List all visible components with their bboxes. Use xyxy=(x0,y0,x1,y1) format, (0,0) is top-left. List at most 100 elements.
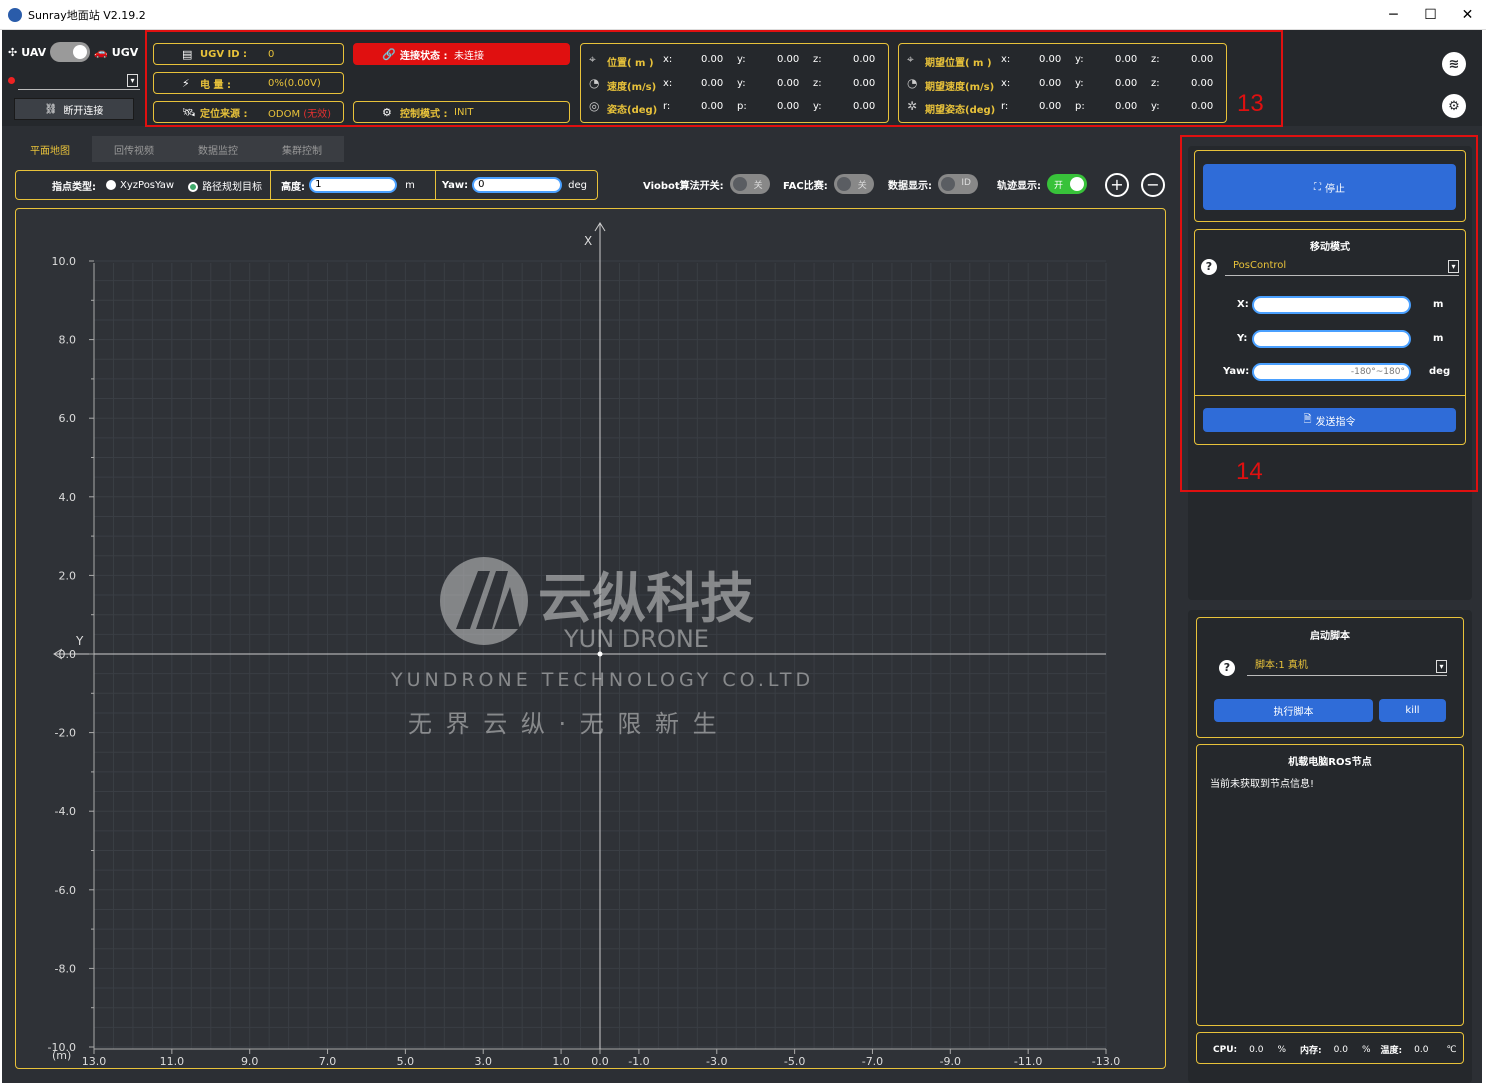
y-tick-label: 2.0 xyxy=(59,569,77,582)
help-icon[interactable]: ? xyxy=(1219,660,1235,676)
tab-video[interactable]: 回传视频 xyxy=(92,136,176,162)
fac-toggle[interactable]: 关 xyxy=(833,174,874,194)
map-toolbar: 指点类型: XyzPosYaw 路径规划目标 高度: 1 m Yaw: 0 de… xyxy=(15,170,598,200)
x-axis-label: X xyxy=(584,234,592,248)
x-tick-label: -11.0 xyxy=(1014,1055,1042,1068)
ros-panel-title: 机载电脑ROS节点 xyxy=(1288,757,1372,768)
radio-xyzposyaw[interactable]: XyzPosYaw xyxy=(106,179,175,191)
kill-button[interactable]: kill xyxy=(1379,699,1446,722)
tab-bar: 平面地图 回传视频 数据监控 集群控制 xyxy=(8,136,344,162)
script-panel-title: 启动脚本 xyxy=(1310,631,1350,642)
radio-path-target-label: 路径规划目标 xyxy=(202,181,263,193)
divider xyxy=(270,171,272,199)
mem-label: 内存: xyxy=(1300,1046,1322,1056)
script-select-value: 脚本:1 真机 xyxy=(1255,660,1308,671)
height-label: 高度: xyxy=(281,181,306,193)
temp-label: 温度: xyxy=(1380,1046,1403,1056)
script-select[interactable]: 脚本:1 真机 ▾ xyxy=(1247,658,1447,676)
maximize-button[interactable]: ☐ xyxy=(1412,0,1449,30)
y-tick-label: -2.0 xyxy=(55,727,76,740)
car-icon: 🚗 xyxy=(94,45,108,59)
radio-path-target[interactable]: 路径规划目标 xyxy=(188,178,262,193)
fac-state: 关 xyxy=(857,181,867,191)
window-title: Sunray地面站 V2.19.2 xyxy=(28,8,146,22)
connection-dot-icon xyxy=(8,77,15,84)
annotation-box-13 xyxy=(145,30,1283,127)
x-tick-label: 3.0 xyxy=(474,1055,492,1068)
ros-node-message: 当前未获取到节点信息! xyxy=(1210,779,1315,790)
unit-label: (m) xyxy=(52,1049,71,1062)
cpu-value: 0.0 xyxy=(1249,1044,1264,1055)
y-tick-label: -8.0 xyxy=(55,962,76,975)
yaw-label: Yaw: xyxy=(441,179,469,191)
track-display-toggle[interactable]: 开 xyxy=(1047,174,1087,194)
data-display-state: ID xyxy=(961,178,971,188)
height-unit: m xyxy=(405,179,415,191)
y-tick-label: 0.0 xyxy=(59,648,77,661)
script-panel: 启动脚本 ? 脚本:1 真机 ▾ 执行脚本 kill xyxy=(1196,617,1464,738)
y-tick-label: 10.0 xyxy=(52,255,77,268)
system-status-bar: CPU: 0.0 % 内存: 0.0 % 温度: 0.0 ℃ xyxy=(1196,1032,1464,1064)
watermark-cn-name: 云纵科技 xyxy=(538,567,754,630)
close-button[interactable]: ✕ xyxy=(1449,0,1486,30)
device-select[interactable]: ▾ xyxy=(18,72,140,90)
disconnect-button[interactable]: ⛓ 断开连接 xyxy=(14,98,134,120)
x-tick-label: -7.0 xyxy=(862,1055,883,1068)
ros-node-panel: 机载电脑ROS节点 当前未获取到节点信息! xyxy=(1196,744,1464,1026)
y-tick-label: 8.0 xyxy=(59,334,77,347)
tab-swarm[interactable]: 集群控制 xyxy=(260,136,344,162)
divider xyxy=(434,171,436,199)
x-tick-label: -9.0 xyxy=(940,1055,961,1068)
tab-data-monitor[interactable]: 数据监控 xyxy=(176,136,260,162)
minimize-button[interactable]: ─ xyxy=(1375,0,1412,30)
main-area: ✣ UAV 🚗 UGV ▾ ⛓ 断开连接 ▤ UGV ID : 0 ⚡ 电 量 … xyxy=(2,30,1482,1083)
watermark-company: YUNDRONE TECHNOLOGY CO.LTD xyxy=(390,669,814,691)
x-tick-label: 9.0 xyxy=(241,1055,259,1068)
uav-ugv-toggle[interactable] xyxy=(50,42,91,62)
settings-gear-icon[interactable]: ⚙ xyxy=(1442,94,1466,118)
data-display-switch-group: 数据显示: ID xyxy=(888,174,978,194)
y-tick-label: 6.0 xyxy=(59,412,77,425)
x-tick-label: -5.0 xyxy=(784,1055,805,1068)
x-tick-label: 11.0 xyxy=(160,1055,185,1068)
x-tick-label: 5.0 xyxy=(397,1055,415,1068)
viobot-label: Viobot算法开关: xyxy=(643,180,724,192)
x-tick-label: -3.0 xyxy=(706,1055,727,1068)
zoom-in-icon[interactable]: + xyxy=(1105,173,1129,197)
origin-point xyxy=(597,651,603,657)
cpu-unit: % xyxy=(1277,1044,1286,1055)
yaw-input[interactable]: 0 xyxy=(472,177,563,193)
viobot-switch-group: Viobot算法开关: 关 xyxy=(643,174,770,194)
mem-unit: % xyxy=(1361,1044,1371,1055)
wifi-icon[interactable]: ≋ xyxy=(1442,52,1466,76)
drone-icon: ✣ xyxy=(8,45,18,59)
track-display-state: 开 xyxy=(1054,181,1064,191)
link-icon: ⛓ xyxy=(44,103,58,115)
zoom-out-icon[interactable]: − xyxy=(1141,173,1165,197)
title-bar: Sunray地面站 V2.19.2 ─ ☐ ✕ xyxy=(0,0,1486,30)
chevron-down-icon: ▾ xyxy=(127,74,138,87)
mem-value: 0.0 xyxy=(1333,1044,1348,1055)
y-tick-label: 4.0 xyxy=(59,491,77,504)
data-display-toggle[interactable]: ID xyxy=(938,174,978,194)
tab-plane-map[interactable]: 平面地图 xyxy=(8,136,92,162)
disconnect-label: 断开连接 xyxy=(63,105,104,117)
uav-label: UAV xyxy=(21,45,47,59)
company-watermark: 云纵科技 YUN DRONE YUNDRONE TECHNOLOGY CO.LT… xyxy=(390,557,814,738)
annotation-label-13: 13 xyxy=(1237,90,1264,117)
fac-label: FAC比赛: xyxy=(783,180,828,192)
x-tick-label: -13.0 xyxy=(1092,1055,1120,1068)
watermark-en-name: YUN DRONE xyxy=(563,625,709,653)
map-chart[interactable]: 13.0 11.0 9.0 7.0 5.0 3.0 1.0 0.0 -1.0 -3.0 -5.0 -7… xyxy=(16,209,1166,1069)
temp-value: 0.0 xyxy=(1414,1044,1429,1055)
run-script-button[interactable]: 执行脚本 xyxy=(1214,699,1373,722)
height-input[interactable]: 1 xyxy=(309,177,398,193)
y-axis-label: Y xyxy=(75,634,84,648)
fac-switch-group: FAC比赛: 关 xyxy=(783,174,874,194)
temp-unit: ℃ xyxy=(1446,1044,1457,1055)
x-tick-label: 13.0 xyxy=(82,1055,107,1068)
plane-map-panel[interactable]: 13.0 11.0 9.0 7.0 5.0 3.0 1.0 0.0 -1.0 -3.0 -5.0 -7… xyxy=(15,208,1166,1069)
x-tick-label: -1.0 xyxy=(628,1055,649,1068)
viobot-toggle[interactable]: 关 xyxy=(729,174,770,194)
radio-xyzposyaw-label: XyzPosYaw xyxy=(120,179,175,191)
